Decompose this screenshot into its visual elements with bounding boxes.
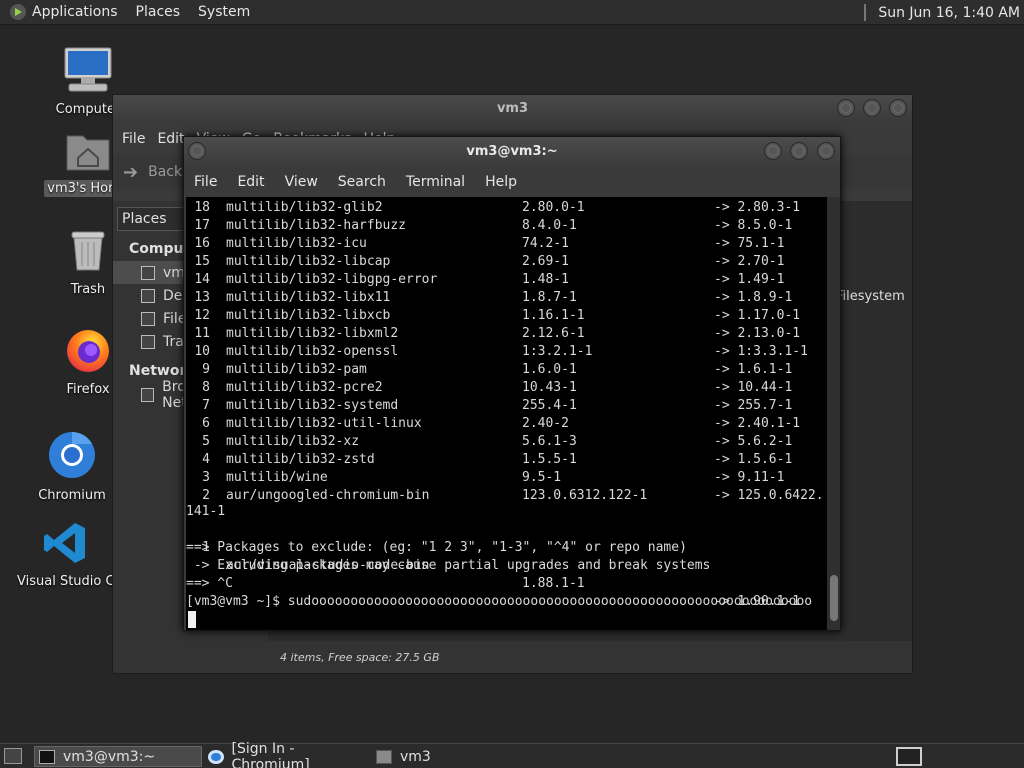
content-item-label[interactable]: Filesystem — [836, 289, 905, 304]
terminal-titlebar[interactable]: vm3@vm3:~ — [184, 137, 840, 167]
terminal-window[interactable]: vm3@vm3:~ File Edit View Search Terminal… — [183, 136, 841, 631]
applications-menu[interactable]: Applications — [32, 4, 118, 20]
show-desktop-button[interactable] — [4, 748, 22, 764]
menu-file[interactable]: File — [122, 131, 145, 147]
status-bar: 4 items, Free space: 27.5 GB — [268, 641, 912, 673]
terminal-cursor — [188, 611, 196, 628]
gnome-logo-icon — [10, 4, 26, 20]
desktop-icon-vscode[interactable]: Visual Studio Code — [17, 520, 113, 589]
terminal-scrollbar[interactable] — [827, 197, 840, 630]
menu-file[interactable]: File — [194, 174, 217, 190]
taskbar-item-label: vm3@vm3:~ — [63, 748, 156, 765]
taskbar-item-terminal[interactable]: vm3@vm3:~ — [34, 746, 202, 767]
bottom-taskbar: vm3@vm3:~ [Sign In - Chromium] vm3 — [0, 741, 1024, 768]
file-manager-titlebar[interactable]: vm3 — [113, 95, 912, 123]
places-menu[interactable]: Places — [136, 4, 181, 20]
drive-icon — [141, 311, 155, 326]
minimize-button[interactable] — [837, 99, 855, 117]
terminal-line: ==> ^C — [186, 576, 233, 591]
close-button[interactable] — [817, 142, 835, 160]
trash-icon — [141, 334, 155, 349]
terminal-prompt-line: [vm3@vm3 ~]$ sudoooooooooooooooooooooooo… — [186, 594, 813, 609]
terminal-line: ==> Packages to exclude: (eg: "1 2 3", "… — [186, 540, 687, 555]
taskbar-item-chromium[interactable]: [Sign In - Chromium] — [204, 741, 370, 768]
back-label: Back — [148, 164, 183, 180]
trash-icon — [71, 231, 105, 271]
scrollbar-thumb[interactable] — [830, 575, 838, 621]
taskbar-item-file-manager[interactable]: vm3 — [372, 746, 532, 767]
menu-edit[interactable]: Edit — [157, 131, 184, 147]
terminal-line: 141-1 — [186, 504, 226, 519]
desktop-icon-label: Visual Studio Code — [17, 574, 113, 589]
window-title: vm3 — [496, 101, 529, 116]
taskbar-item-label: vm3 — [400, 748, 431, 765]
home-icon — [141, 265, 155, 280]
desktop-icon — [141, 288, 155, 303]
back-button[interactable]: ➔ Back — [123, 162, 182, 183]
vscode-icon — [44, 523, 85, 563]
top-panel: Applications Places System Sun Jun 16, 1… — [0, 0, 1024, 25]
firefox-icon — [67, 330, 109, 372]
terminal-icon — [39, 749, 55, 764]
back-arrow-icon: ➔ — [123, 161, 139, 183]
menu-terminal[interactable]: Terminal — [406, 174, 465, 190]
close-button[interactable] — [889, 99, 907, 117]
menu-edit[interactable]: Edit — [237, 174, 264, 190]
system-menu[interactable]: System — [198, 4, 250, 20]
computer-icon — [64, 47, 112, 92]
places-select[interactable]: Places — [117, 207, 187, 231]
clock[interactable]: Sun Jun 16, 1:40 AM — [878, 5, 1020, 21]
workspace-switcher[interactable] — [896, 747, 922, 766]
terminal-screen[interactable]: 18 multilib/lib32-glib2 2.80.0-1 -> 2.80.3-… — [186, 197, 827, 630]
home-folder-icon — [376, 749, 392, 764]
chromium-icon — [49, 432, 95, 478]
menu-search[interactable]: Search — [338, 174, 386, 190]
maximize-button[interactable] — [863, 99, 881, 117]
maximize-button[interactable] — [790, 142, 808, 160]
network-icon — [141, 387, 155, 402]
terminal-line: -> Excluding packages may cause partial … — [186, 558, 711, 573]
home-folder-icon — [66, 135, 110, 171]
desktop-icon-chromium[interactable]: Chromium — [17, 430, 127, 503]
desktop-icon-label: Chromium — [38, 488, 106, 503]
menu-view[interactable]: View — [285, 174, 318, 190]
package-row: 1 aur/visual-studio-code-bin 1.88.1-1 ->… — [202, 540, 801, 609]
menu-help[interactable]: Help — [485, 174, 517, 190]
panel-separator — [864, 4, 867, 21]
terminal-menubar: File Edit View Search Terminal Help — [184, 167, 840, 197]
taskbar-item-label: [Sign In - Chromium] — [231, 740, 310, 768]
chromium-icon — [208, 749, 224, 764]
window-title: vm3@vm3:~ — [466, 144, 558, 159]
minimize-button[interactable] — [764, 142, 782, 160]
